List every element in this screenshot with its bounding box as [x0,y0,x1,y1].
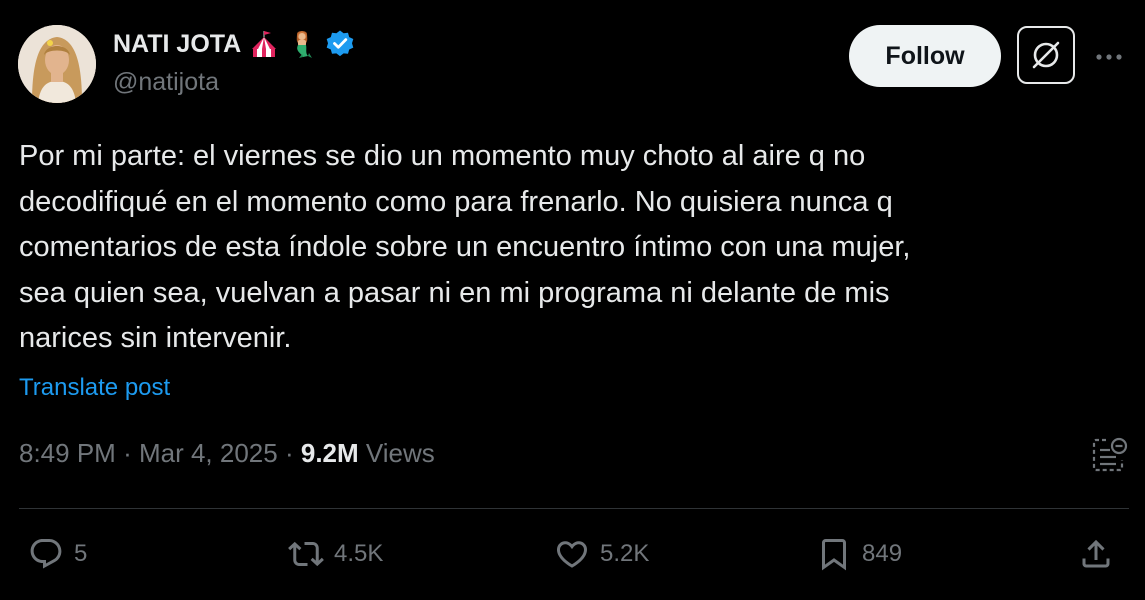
post-analytics-icon [1092,437,1128,472]
author-name[interactable]: NATI JOTA [113,30,241,59]
repost-count: 4.5K [334,540,384,567]
repost-button[interactable]: 4.5K [288,532,383,576]
post-text-line: Por mi parte: el viernes se dio un momen… [19,140,866,172]
grok-icon [1032,41,1060,69]
post-text-line: comentarios de esta índole sobre un encu… [19,231,911,264]
post-text-line: narices sin intervenir. [19,322,292,355]
like-button[interactable]: 5.2K [554,532,649,576]
views-count: 9.2M [300,438,359,468]
avatar-photo [18,25,96,103]
post-time[interactable]: 8:49 PM [19,438,116,468]
more-icon [1096,54,1122,60]
reply-icon [30,539,62,569]
translate-post-link[interactable]: Translate post [19,374,170,402]
divider [19,508,1129,509]
follow-button[interactable]: Follow [849,25,1001,87]
views-label: Views [365,438,435,468]
avatar[interactable] [18,25,96,103]
bookmark-icon [822,539,846,571]
reply-count: 5 [74,540,88,567]
merperson-icon [297,31,313,58]
post-date[interactable]: Mar 4, 2025 [139,438,278,468]
author-handle[interactable]: @natijota [113,68,219,97]
verified-badge-icon [326,30,354,57]
like-count: 5.2K [600,540,650,567]
reply-button[interactable]: 5 [28,532,87,576]
post-text-line: sea quien sea, vuelvan a pasar ni en mi … [19,276,890,309]
post-analytics-button[interactable] [1090,436,1130,474]
circus-tent-icon [252,31,277,57]
author-name-row: NATI JOTA [113,26,355,62]
post-text: Por mi parte: el viernes se dio un momen… [19,134,1119,362]
post-meta: 8:49 PM · Mar 4, 2025 · 9.2M Views [19,438,435,469]
grok-button[interactable] [1017,26,1075,84]
bookmark-count: 849 [862,540,903,567]
meta-separator: · [123,438,132,468]
meta-separator: · [284,438,294,468]
share-button[interactable] [1078,532,1114,576]
more-options-button[interactable] [1092,44,1126,70]
share-icon [1082,539,1110,568]
heart-icon [556,541,588,568]
bookmark-button[interactable]: 849 [816,532,902,576]
post-text-line: decodifiqué en el momento como para fren… [19,185,893,218]
repost-icon [288,541,324,567]
